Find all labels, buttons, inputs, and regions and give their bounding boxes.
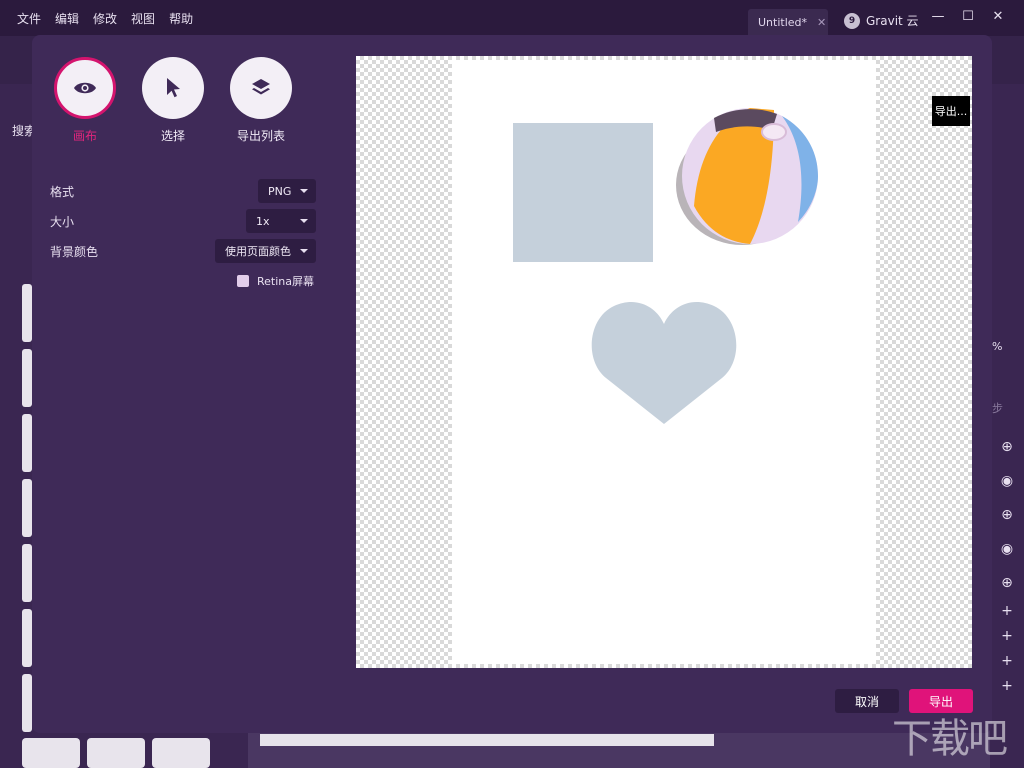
add-circle-icon[interactable]: ⊕	[998, 574, 1016, 592]
menu-edit[interactable]: 编辑	[55, 10, 79, 27]
asset-item[interactable]	[22, 544, 32, 602]
page-artwork	[513, 108, 818, 424]
cloud-icon: 9	[844, 12, 860, 29]
menu-view[interactable]: 视图	[131, 10, 155, 27]
asset-thumbnail[interactable]	[22, 738, 80, 768]
cloud-label: Gravit 云	[866, 14, 919, 28]
size-value: 1x	[256, 214, 270, 228]
document-tab-title: Untitled*	[758, 15, 808, 29]
size-select[interactable]: 1x	[246, 209, 316, 233]
bg-color-label: 背景颜色	[50, 245, 99, 259]
minimize-icon[interactable]: —	[928, 9, 948, 27]
cursor-icon	[142, 57, 204, 119]
format-row: 格式 PNG	[50, 179, 316, 203]
retina-checkbox[interactable]	[237, 275, 249, 287]
close-tab-icon[interactable]: ✕	[817, 16, 826, 29]
format-select[interactable]: PNG	[258, 179, 316, 203]
bg-color-value: 使用页面颜色	[225, 245, 291, 258]
mode-canvas[interactable]: 画布	[52, 57, 118, 144]
chevron-down-icon	[300, 219, 308, 223]
bg-color-row: 背景颜色 使用页面颜色	[50, 239, 316, 263]
cancel-button[interactable]: 取消	[835, 689, 899, 713]
sync-label: 步	[992, 402, 1003, 415]
export-tooltip: 导出...	[932, 96, 970, 126]
add-circle-icon[interactable]: ⊕	[998, 438, 1016, 456]
asset-item[interactable]	[22, 609, 32, 667]
beach-ball-image	[676, 108, 818, 245]
maximize-icon[interactable]: ☐	[958, 9, 978, 27]
heart-shape	[591, 302, 737, 424]
size-row: 大小 1x	[50, 209, 316, 233]
asset-item[interactable]	[22, 284, 32, 342]
cloud-button[interactable]: 9 Gravit 云	[844, 12, 919, 29]
eye-icon	[54, 57, 116, 119]
asset-item[interactable]	[22, 414, 32, 472]
retina-label: Retina屏幕	[257, 275, 314, 288]
square-shape	[513, 123, 653, 262]
mode-selection[interactable]: 选择	[140, 57, 206, 144]
mode-export-list-label: 导出列表	[236, 129, 285, 143]
asset-thumbnail[interactable]	[87, 738, 145, 768]
close-window-icon[interactable]: ✕	[988, 9, 1008, 27]
menu-help[interactable]: 帮助	[169, 10, 193, 27]
chevron-down-icon	[300, 189, 308, 193]
plus-icon[interactable]: +	[998, 677, 1016, 695]
eye-icon[interactable]: ◉	[998, 540, 1016, 558]
menu-file[interactable]: 文件	[17, 10, 41, 27]
canvas-page-strip	[260, 734, 714, 746]
asset-item[interactable]	[22, 349, 32, 407]
format-value: PNG	[268, 184, 292, 198]
asset-thumbnail[interactable]	[152, 738, 210, 768]
mode-selection-label: 选择	[160, 129, 185, 143]
mode-canvas-label: 画布	[72, 129, 97, 143]
export-dialog: 画布 选择 导出列表 格式 PNG 大小 1x 背景颜色 使用页面颜色 Reti…	[32, 35, 992, 733]
asset-item[interactable]	[22, 479, 32, 537]
plus-icon[interactable]: +	[998, 627, 1016, 645]
layers-icon	[230, 57, 292, 119]
menu-modify[interactable]: 修改	[93, 10, 117, 27]
asset-item[interactable]	[22, 674, 32, 732]
retina-option[interactable]: Retina屏幕	[237, 273, 314, 289]
chevron-down-icon	[300, 249, 308, 253]
export-preview: 导出...	[356, 56, 972, 668]
plus-icon[interactable]: +	[998, 602, 1016, 620]
title-bar: 文件 编辑 修改 视图 帮助 Untitled* ✕ 9 Gravit 云 — …	[0, 0, 1024, 36]
document-tab[interactable]: Untitled* ✕	[748, 9, 828, 35]
eye-icon[interactable]: ◉	[998, 472, 1016, 490]
plus-icon[interactable]: +	[998, 652, 1016, 670]
menu-bar: 文件 编辑 修改 视图 帮助	[10, 0, 200, 36]
size-label: 大小	[50, 215, 75, 229]
add-circle-icon[interactable]: ⊕	[998, 506, 1016, 524]
bg-color-select[interactable]: 使用页面颜色	[215, 239, 316, 263]
percent-label: %	[992, 340, 1003, 353]
page-preview	[452, 60, 876, 664]
mode-export-list[interactable]: 导出列表	[228, 57, 294, 144]
watermark: 下载吧	[892, 716, 1008, 762]
format-label: 格式	[50, 185, 75, 199]
